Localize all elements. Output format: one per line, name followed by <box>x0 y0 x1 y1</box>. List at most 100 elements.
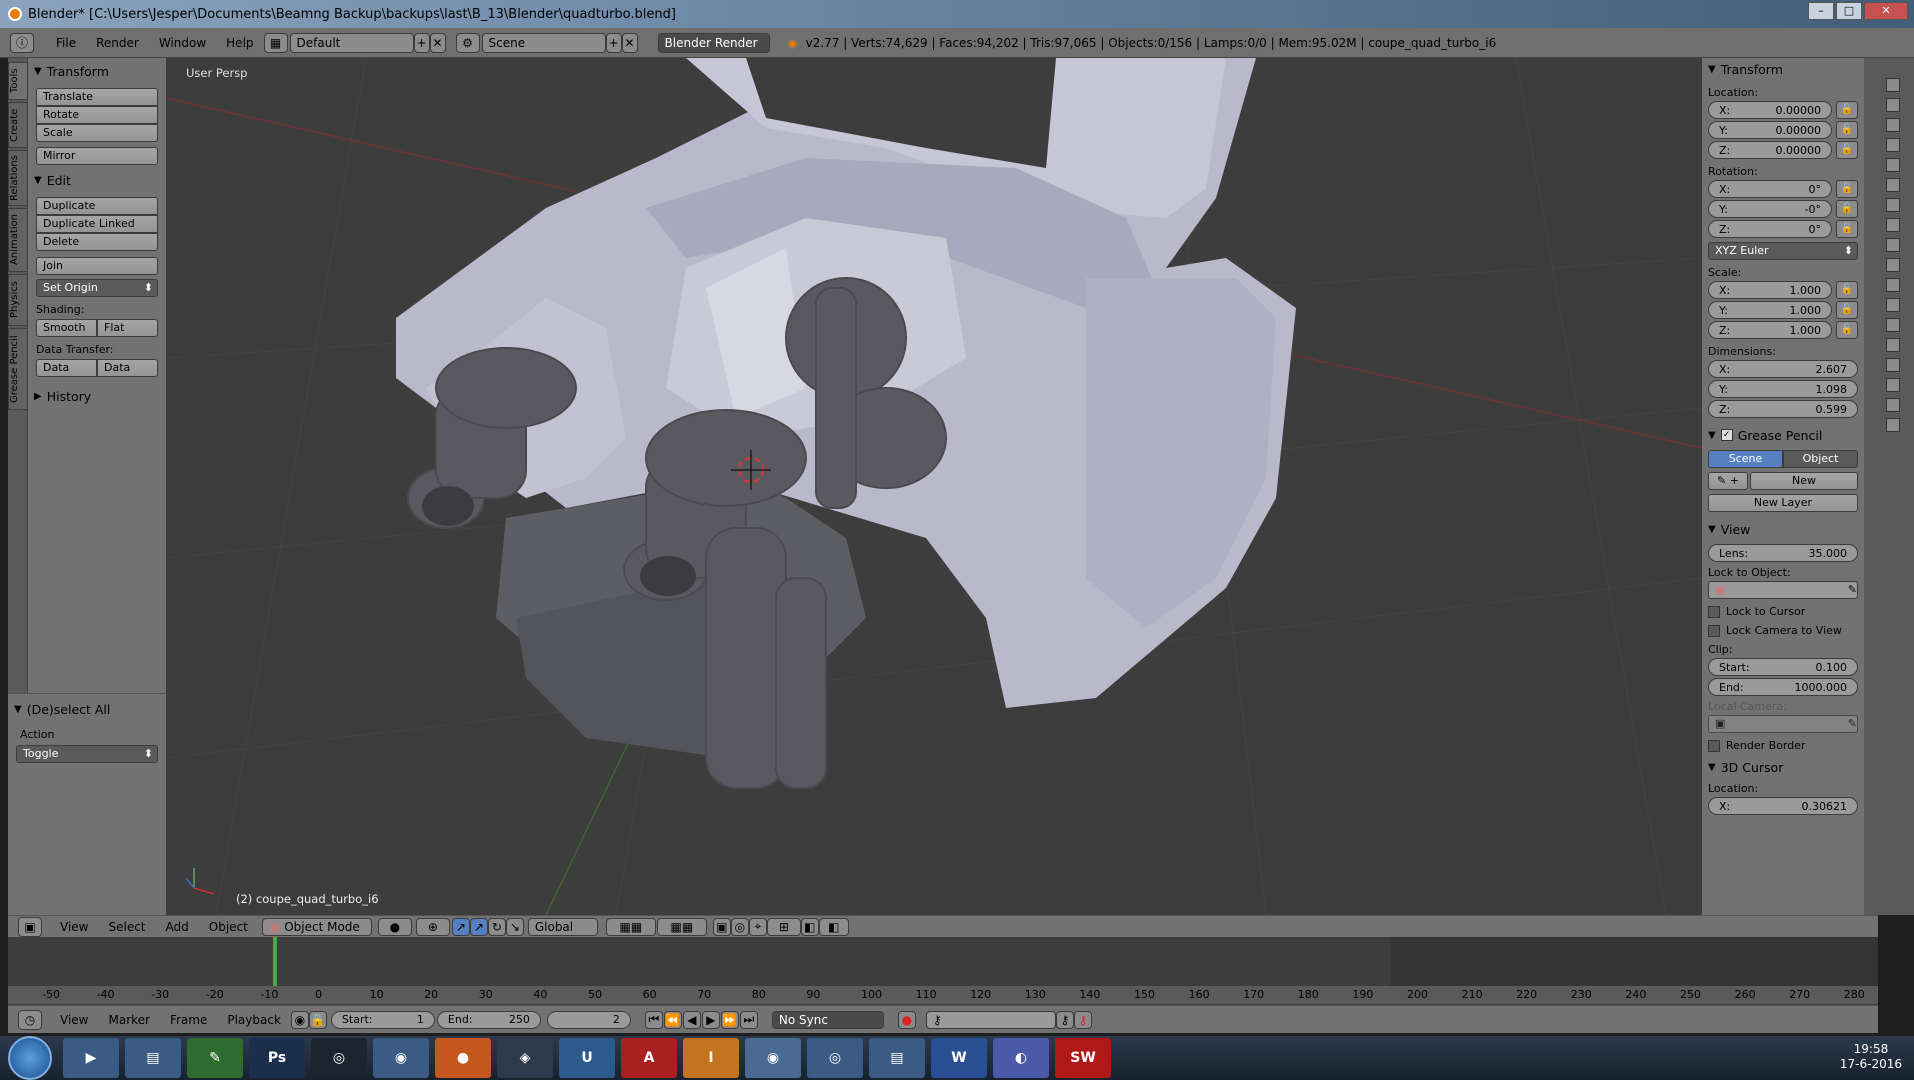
gp-scene-toggle[interactable]: Scene <box>1708 450 1783 468</box>
checkbox-checked-icon[interactable]: ✓ <box>1720 429 1733 441</box>
dimension-y-field[interactable]: Y: 1.098 <box>1708 380 1858 398</box>
restrict-icon[interactable] <box>1886 338 1900 352</box>
restrict-icon[interactable] <box>1886 98 1900 112</box>
clip-start-field[interactable]: Start: 0.100 <box>1708 658 1858 676</box>
add-scene-icon[interactable]: + <box>605 32 622 53</box>
manipulator-icon[interactable]: ↗ <box>451 917 470 936</box>
location-x-field[interactable]: X: 0.00000 <box>1708 101 1832 119</box>
insert-keyframe-icon[interactable]: ⚷ <box>1055 1010 1074 1029</box>
rotation-z-field[interactable]: Z: 0° <box>1708 220 1832 238</box>
uplay-icon[interactable]: U <box>559 1038 615 1078</box>
delete-button[interactable]: Delete <box>36 233 158 251</box>
viewport-shading-icon[interactable]: ● <box>377 917 412 936</box>
mode-select[interactable]: ▣ Object Mode <box>261 917 372 936</box>
scene-icon[interactable]: ⚙ <box>455 32 480 53</box>
duplicate-linked-button[interactable]: Duplicate Linked <box>36 215 158 233</box>
scale-manipulator-icon[interactable]: ↘ <box>505 917 524 936</box>
translate-manipulator-icon[interactable]: ↗ <box>469 917 488 936</box>
play-reverse-icon[interactable]: ◀ <box>682 1010 701 1029</box>
lock-cursor-checkbox[interactable] <box>1708 605 1720 618</box>
blender-taskbar-icon[interactable]: ◉ <box>745 1038 801 1078</box>
lock-icon[interactable]: 🔓 <box>1836 121 1858 139</box>
playback-menu[interactable]: Playback <box>217 1013 291 1027</box>
view-panel-header[interactable]: ▼ View <box>1702 518 1864 540</box>
gp-new-button[interactable]: New <box>1750 472 1858 490</box>
scale-x-field[interactable]: X: 1.000 <box>1708 281 1832 299</box>
render-border-checkbox[interactable] <box>1708 739 1720 752</box>
menu-render[interactable]: Render <box>86 36 149 50</box>
duplicate-button[interactable]: Duplicate <box>36 197 158 215</box>
jump-keyframe-back-icon[interactable]: ⏪ <box>663 1010 682 1029</box>
transform-panel-header[interactable]: ▼ Transform <box>28 60 166 82</box>
start-button-icon[interactable] <box>8 1036 52 1080</box>
layer-buttons[interactable]: ▦▦ ▦▦ <box>605 917 707 936</box>
maximize-button[interactable]: □ <box>1836 2 1862 20</box>
jump-start-icon[interactable]: ⏮ <box>644 1010 663 1029</box>
tab-relations[interactable]: Relations <box>8 150 28 206</box>
3d-cursor-header[interactable]: ▼ 3D Cursor <box>1702 756 1864 778</box>
scene-field[interactable]: Scene <box>481 32 606 53</box>
restrict-icon[interactable] <box>1886 178 1900 192</box>
restrict-icon[interactable] <box>1886 238 1900 252</box>
transform-orientation-select[interactable]: Global <box>527 917 598 936</box>
rotation-y-field[interactable]: Y: -0° <box>1708 200 1832 218</box>
jump-end-icon[interactable]: ⏭ <box>739 1010 758 1029</box>
tab-tools[interactable]: Tools <box>8 62 28 100</box>
tab-animation[interactable]: Animation <box>8 208 28 272</box>
lock-icon[interactable]: 🔓 <box>1836 281 1858 299</box>
current-frame-marker[interactable] <box>273 937 277 987</box>
layers-group-icon[interactable]: ▦▦ <box>656 917 707 936</box>
lock-object-field[interactable]: ▣ ✎ <box>1708 581 1858 599</box>
data-button[interactable]: Data <box>36 359 97 377</box>
app-icon[interactable]: ◈ <box>497 1038 553 1078</box>
editor-type-timeline-icon[interactable]: ◷ <box>18 1009 42 1030</box>
add-layout-icon[interactable]: + <box>413 32 430 53</box>
lock-icon[interactable]: 🔓 <box>1836 180 1858 198</box>
scale-z-field[interactable]: Z: 1.000 <box>1708 321 1832 339</box>
timeline-view-menu[interactable]: View <box>50 1013 98 1027</box>
media-player-icon[interactable]: ▶ <box>63 1038 119 1078</box>
restrict-icon[interactable] <box>1886 298 1900 312</box>
join-button[interactable]: Join <box>36 257 158 275</box>
delete-keyframe-icon[interactable]: ⚷ <box>1073 1010 1092 1029</box>
start-frame-field[interactable]: Start: 1 <box>330 1010 435 1029</box>
remove-scene-icon[interactable]: ✕ <box>621 32 638 53</box>
browser-icon[interactable]: ◎ <box>807 1038 863 1078</box>
rotate-manipulator-icon[interactable]: ↻ <box>487 917 506 936</box>
play-icon[interactable]: ▶ <box>701 1010 720 1029</box>
layers-group-icon[interactable]: ▦▦ <box>605 917 656 936</box>
menu-window[interactable]: Window <box>149 36 216 50</box>
render-animation-icon[interactable]: ◧ <box>818 917 849 936</box>
editor-type-info-icon[interactable]: ⓘ <box>10 32 34 53</box>
lock-icon[interactable]: 🔓 <box>1836 321 1858 339</box>
translate-button[interactable]: Translate <box>36 88 158 106</box>
rotate-button[interactable]: Rotate <box>36 106 158 124</box>
notepad-icon[interactable]: ✎ <box>187 1038 243 1078</box>
gp-object-toggle[interactable]: Object <box>1783 450 1858 468</box>
editor-type-3d-icon[interactable]: ▣ <box>18 916 42 937</box>
clip-end-field[interactable]: End: 1000.000 <box>1708 678 1858 696</box>
set-origin-dropdown[interactable]: Set Origin ⬍ <box>36 279 158 297</box>
lock-range-icon[interactable]: 🔒 <box>308 1010 327 1029</box>
lock-icon[interactable]: 🔓 <box>1836 141 1858 159</box>
autocad-icon[interactable]: A <box>621 1038 677 1078</box>
opengl-render-icon[interactable]: ◧ <box>800 917 819 936</box>
current-frame-field[interactable]: 2 <box>546 1010 631 1029</box>
render-engine-select[interactable]: Blender Render <box>657 32 770 53</box>
view-menu[interactable]: View <box>50 920 98 934</box>
tab-grease-pencil[interactable]: Grease Pencil <box>8 328 28 410</box>
restrict-icon[interactable] <box>1886 378 1900 392</box>
snap-icon[interactable]: ⌖ <box>748 917 767 936</box>
origin-icon[interactable]: ● <box>435 1038 491 1078</box>
sync-mode-select[interactable]: No Sync <box>771 1010 884 1029</box>
frame-menu[interactable]: Frame <box>160 1013 217 1027</box>
menu-file[interactable]: File <box>46 36 86 50</box>
mirror-button[interactable]: Mirror <box>36 147 158 165</box>
chrome-icon[interactable]: ◉ <box>373 1038 429 1078</box>
action-dropdown[interactable]: Toggle ⬍ <box>16 745 158 763</box>
scale-y-field[interactable]: Y: 1.000 <box>1708 301 1832 319</box>
location-z-field[interactable]: Z: 0.00000 <box>1708 141 1832 159</box>
lock-icon[interactable]: 🔓 <box>1836 101 1858 119</box>
data-layout-button[interactable]: Data Layo <box>97 359 158 377</box>
inventor-icon[interactable]: I <box>683 1038 739 1078</box>
